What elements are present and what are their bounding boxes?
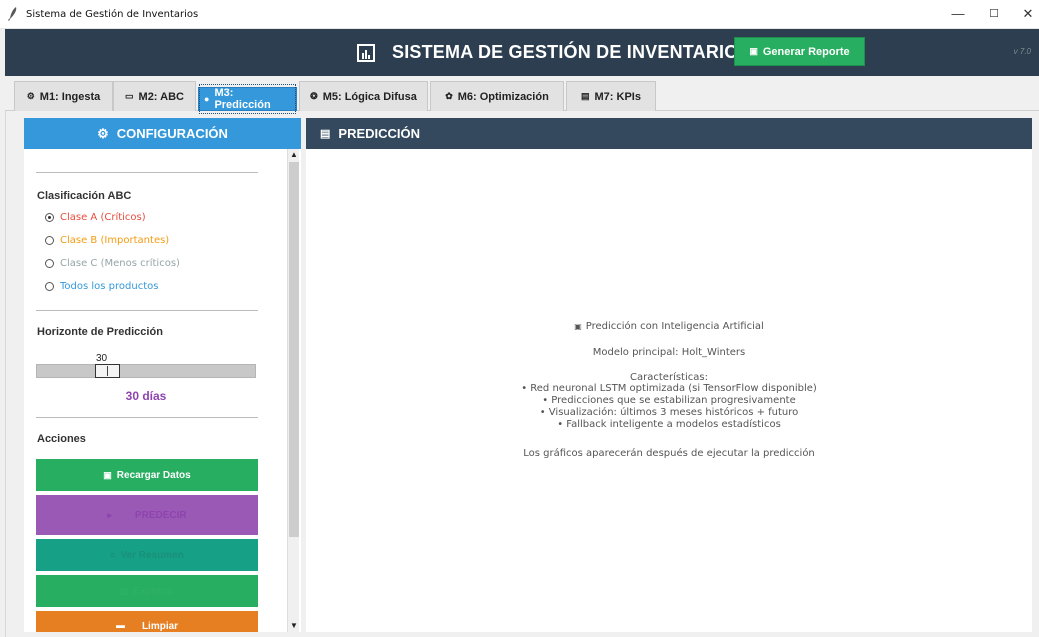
calendar-icon: ▤ <box>320 128 331 140</box>
abc-section-title: Clasificación ABC <box>37 190 132 202</box>
section-divider <box>36 310 258 311</box>
section-divider <box>36 172 258 173</box>
configuration-title: CONFIGURACIÓN <box>116 126 228 141</box>
predict-label: PREDECIR <box>134 509 187 521</box>
maximize-button[interactable]: ☐ <box>984 4 1004 24</box>
app-border <box>5 29 6 637</box>
model-label: Modelo principal: Holt_Winters <box>592 347 746 358</box>
prediction-heading: ▣ Predicción con Inteligencia Artificial <box>306 321 1032 332</box>
tab-m5-logica-difusa[interactable]: ❂ M5: Lógica Difusa <box>299 81 428 111</box>
export-button[interactable]: ▤ Exportar <box>36 575 258 607</box>
radio-button <box>45 282 54 291</box>
view-summary-button[interactable]: ≡ Ver Resumen <box>36 539 258 571</box>
feather-icon <box>8 7 17 21</box>
generate-report-button[interactable]: ▣ Generar Reporte <box>734 37 865 66</box>
tab-label: M2: ABC <box>138 90 184 103</box>
features-title: Características: <box>630 372 708 383</box>
horizon-slider-value: 30 <box>96 353 108 364</box>
tab-label: M5: Lógica Difusa <box>322 90 417 103</box>
horizon-days-label: 30 días <box>125 389 167 403</box>
section-divider <box>36 417 258 418</box>
app-header: SISTEMA DE GESTIÓN DE INVENTARIOS ▣ Gene… <box>5 29 1039 76</box>
folder-icon: ▭ <box>125 91 134 101</box>
document-icon: ▣ <box>749 46 758 56</box>
feature-item: • Visualización: últimos 3 meses históri… <box>539 407 799 418</box>
scroll-up-arrow[interactable]: ▲ <box>288 149 300 161</box>
feature-item: • Fallback inteligente a modelos estadís… <box>557 419 781 430</box>
radio-clase-a[interactable]: Clase A (Críticos) <box>45 212 146 223</box>
actions-section-title: Acciones <box>37 433 86 445</box>
tab-label: M7: KPIs <box>594 90 641 103</box>
configuration-header: ⚙ CONFIGURACIÓN <box>24 118 301 149</box>
reload-data-label: Recargar Datos <box>116 469 191 481</box>
radio-label: Todos los productos <box>60 281 159 292</box>
radio-label: Clase A (Críticos) <box>60 212 146 223</box>
clear-button[interactable]: ▬ Limpiar <box>36 611 258 632</box>
prediction-header: ▤ PREDICCIÓN <box>306 118 1032 149</box>
bar-chart-icon <box>357 44 375 62</box>
tab-m2-abc[interactable]: ▭ M2: ABC <box>113 81 196 111</box>
radio-button-selected <box>45 213 54 222</box>
trash-icon: ▬ <box>115 620 125 630</box>
feature-item: • Red neuronal LSTM optimizada (si Tenso… <box>521 383 817 394</box>
crystal-ball-icon: ● <box>204 93 210 104</box>
app-title: SISTEMA DE GESTIÓN DE INVENTARIOS <box>392 42 751 62</box>
tab-m6-optimizacion[interactable]: ✿ M6: Optimización <box>430 81 564 111</box>
rocket-icon: ▸ <box>107 509 112 520</box>
prediction-panel: ▤ PREDICCIÓN ▣ Predicción con Inteligenci… <box>306 118 1032 632</box>
robot-icon: ▣ <box>574 322 582 331</box>
gear-icon: ⚙ <box>97 125 109 141</box>
tab-m1-ingesta[interactable]: ⚙ M1: Ingesta <box>14 81 113 111</box>
tab-m7-kpis[interactable]: ▤ M7: KPIs <box>566 81 656 111</box>
predict-button[interactable]: ▸ PREDECIR <box>36 495 258 535</box>
radio-button <box>45 259 54 268</box>
view-summary-label: Ver Resumen <box>120 549 184 561</box>
list-icon: ≡ <box>110 549 116 560</box>
horizon-section-title: Horizonte de Predicción <box>37 326 163 338</box>
scroll-down-arrow[interactable]: ▼ <box>288 620 300 632</box>
tab-label: M3: Predicción <box>214 87 271 111</box>
radio-label: Clase B (Importantes) <box>60 235 170 246</box>
prediction-heading-text: Predicción con Inteligencia Artificial <box>585 321 764 332</box>
settings-icon: ✿ <box>445 91 453 101</box>
radio-clase-b[interactable]: Clase B (Importantes) <box>45 235 169 246</box>
charts-placeholder-text: Los gráficos aparecerán después de ejecu… <box>523 448 815 459</box>
tab-label: M6: Optimización <box>457 90 549 103</box>
tab-m3-prediccion[interactable]: ● M3: Predicción <box>198 84 297 114</box>
generate-report-label: Generar Reporte <box>762 45 850 58</box>
minimize-button[interactable]: — <box>948 4 968 24</box>
radio-clase-c[interactable]: Clase C (Menos críticos) <box>45 258 180 269</box>
version-label: v 7.0 <box>1013 47 1031 56</box>
chart-icon: ▤ <box>581 91 590 101</box>
save-icon: ▤ <box>119 585 129 596</box>
radio-todos[interactable]: Todos los productos <box>45 281 158 292</box>
feature-item: • Predicciones que se estabilizan progre… <box>542 395 796 406</box>
radio-button <box>45 236 54 245</box>
module-tabs: ⚙ M1: Ingesta ▭ M2: ABC ● M3: Predicción… <box>5 76 1039 114</box>
gear-icon: ⚙ <box>26 91 35 101</box>
export-label: Exportar <box>133 585 175 597</box>
clear-label: Limpiar <box>141 621 179 632</box>
window-titlebar: Sistema de Gestión de Inventarios — ☐ ✕ <box>0 0 1039 29</box>
tab-label: M1: Ingesta <box>39 90 101 103</box>
reload-data-button[interactable]: ▣ Recargar Datos <box>36 459 258 491</box>
brain-icon: ❂ <box>310 91 318 101</box>
radio-label: Clase C (Menos críticos) <box>60 258 180 269</box>
scrollbar-thumb[interactable] <box>289 162 299 537</box>
close-button[interactable]: ✕ <box>1018 4 1038 24</box>
refresh-icon: ▣ <box>103 469 112 480</box>
horizon-slider[interactable] <box>36 364 256 378</box>
window-title: Sistema de Gestión de Inventarios <box>26 9 199 20</box>
slider-handle[interactable] <box>95 364 120 378</box>
config-scrollbar[interactable]: ▲ ▼ <box>287 149 299 632</box>
prediction-title: PREDICCIÓN <box>338 126 421 141</box>
